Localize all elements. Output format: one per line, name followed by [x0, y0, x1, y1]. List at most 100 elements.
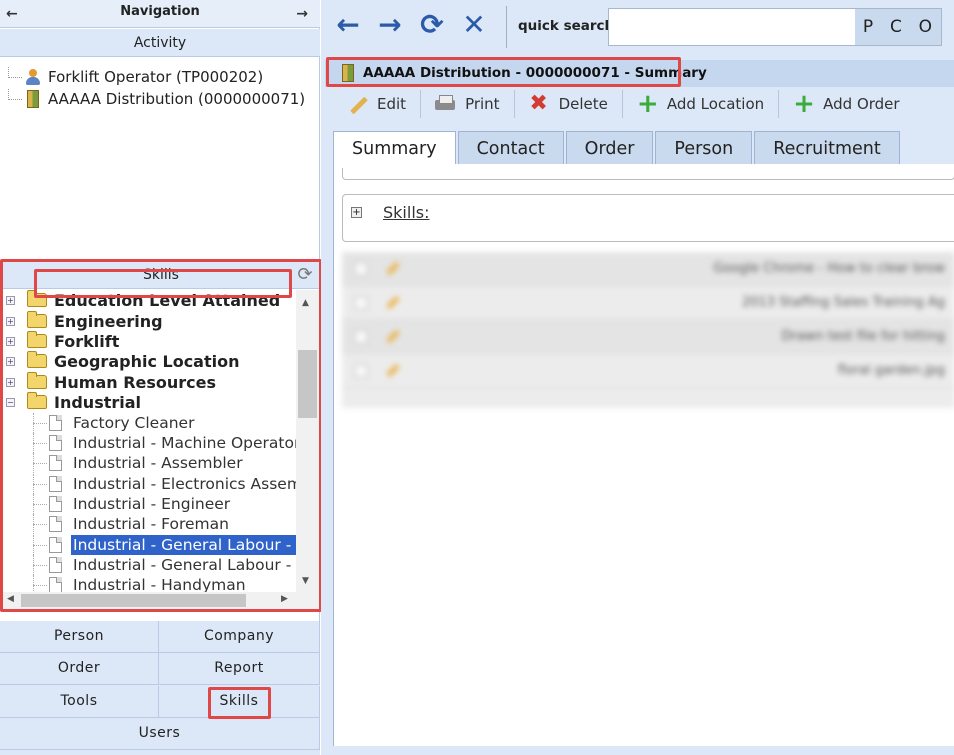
scroll-up-icon[interactable]: ▲ [302, 298, 309, 308]
forward-arrow-icon[interactable]: → [375, 10, 405, 40]
tree-folder[interactable]: + Forklift [3, 331, 296, 351]
tree-folder[interactable]: + Engineering [3, 311, 296, 331]
folder-label: Forklift [54, 331, 120, 351]
nav-order-button[interactable]: Order [0, 653, 159, 685]
row-checkbox[interactable] [354, 261, 368, 276]
activity-item[interactable]: AAAAA Distribution (0000000071) [8, 88, 305, 110]
scroll-left-icon[interactable]: ◀ [7, 594, 14, 604]
attachments-grid: Google Chrome - How to clear brow 2013 S… [342, 252, 954, 408]
person-icon [24, 68, 42, 86]
table-row[interactable]: Google Chrome - How to clear brow [342, 252, 954, 286]
document-icon [49, 476, 62, 492]
skills-section-label[interactable]: Skills: [383, 203, 429, 222]
expand-right-icon[interactable]: → [296, 0, 308, 28]
close-icon[interactable]: ✕ [459, 10, 489, 40]
print-icon [435, 94, 456, 114]
nav-company-button[interactable]: Company [159, 621, 320, 653]
row-checkbox[interactable] [354, 329, 368, 344]
tree-connector [8, 88, 22, 100]
skills-section: + Skills: [342, 194, 954, 242]
refresh-icon[interactable]: ⟳ [417, 10, 447, 40]
attachment-name: 2013 Staffing Sales Training Ag [741, 295, 945, 310]
tree-leaf[interactable]: Industrial - Handyman [3, 575, 296, 592]
row-checkbox[interactable] [354, 295, 368, 310]
leaf-label: Industrial - Engineer [73, 495, 231, 513]
nav-report-button[interactable]: Report [159, 653, 320, 685]
scroll-thumb[interactable] [298, 350, 317, 418]
tree-leaf[interactable]: Industrial - Assembler [3, 453, 296, 473]
attachment-name: Drawn test file for hitting [781, 329, 945, 344]
tab-contact[interactable]: Contact [457, 131, 564, 164]
delete-button[interactable]: ✖ Delete [515, 90, 623, 118]
tab-summary[interactable]: Summary [333, 131, 456, 164]
record-title-bar: AAAAA Distribution - 0000000071 - Summar… [325, 60, 954, 87]
table-row[interactable]: floral garden.jpg [342, 354, 954, 388]
nav-users-button[interactable]: Users [0, 718, 320, 750]
tree-folder[interactable]: + Education Level Attained [3, 290, 296, 310]
scroll-right-icon[interactable]: ▶ [281, 594, 288, 604]
collapse-left-icon[interactable]: ← [6, 0, 18, 28]
folder-icon [27, 331, 47, 348]
document-icon [49, 415, 62, 431]
table-row[interactable]: 2013 Staffing Sales Training Ag [342, 286, 954, 320]
tab-recruitment[interactable]: Recruitment [754, 131, 900, 164]
nav-person-button[interactable]: Person [0, 621, 159, 653]
search-order-button[interactable]: O [919, 17, 933, 37]
delete-label: Delete [558, 95, 608, 113]
tree-folder[interactable]: + Human Resources [3, 372, 296, 392]
expand-icon[interactable]: + [6, 316, 15, 326]
leaf-label: Industrial - Assembler [73, 454, 243, 472]
table-row[interactable]: Drawn test file for hitting [342, 320, 954, 354]
print-label: Print [465, 95, 500, 113]
expand-icon[interactable]: + [351, 207, 362, 218]
tree-leaf-selected[interactable]: Industrial - General Labour - Heavy [3, 535, 296, 555]
expand-icon[interactable]: + [6, 356, 15, 366]
edit-icon[interactable] [386, 295, 400, 310]
folder-icon [27, 351, 47, 368]
edit-icon[interactable] [386, 261, 400, 276]
search-person-button[interactable]: P [863, 17, 874, 37]
folder-label: Education Level Attained [54, 290, 281, 310]
tree-leaf[interactable]: Industrial - Foreman [3, 514, 296, 534]
tree-leaf[interactable]: Industrial - Machine Operator [3, 433, 296, 453]
edit-button[interactable]: Edit [333, 90, 422, 118]
vertical-scrollbar[interactable]: ▲ ▼ [296, 290, 319, 592]
edit-icon[interactable] [386, 363, 400, 378]
tree-leaf[interactable]: Industrial - Engineer [3, 494, 296, 514]
activity-item-label: Forklift Operator (TP000202) [48, 68, 264, 86]
document-icon [49, 435, 62, 451]
tree-leaf[interactable]: Industrial - Electronics Assembler [3, 474, 296, 494]
search-company-button[interactable]: C [890, 17, 903, 37]
expand-icon[interactable]: + [6, 336, 15, 346]
folder-icon [27, 311, 47, 328]
activity-header[interactable]: Activity [0, 29, 320, 57]
tree-leaf[interactable]: Industrial - General Labour - Light [3, 555, 296, 575]
leaf-label: Industrial - Machine Operator [73, 434, 296, 452]
tree-leaf[interactable]: Factory Cleaner [3, 413, 296, 433]
horizontal-scrollbar[interactable]: ◀ ▶ [3, 592, 319, 609]
leaf-label: Industrial - Foreman [73, 515, 229, 533]
back-arrow-icon[interactable]: ← [333, 10, 363, 40]
activity-item-label: AAAAA Distribution (0000000071) [48, 90, 306, 108]
tree-folder[interactable]: − Industrial [3, 392, 296, 412]
scroll-thumb[interactable] [21, 594, 246, 607]
expand-icon[interactable]: + [6, 377, 15, 387]
tab-person[interactable]: Person [655, 131, 753, 164]
leaf-label: Industrial - General Labour - Light [73, 556, 296, 574]
nav-tools-button[interactable]: Tools [0, 686, 159, 718]
row-checkbox[interactable] [354, 363, 368, 378]
nav-skills-button[interactable]: Skills [159, 686, 320, 718]
edit-icon[interactable] [386, 329, 400, 344]
scroll-down-icon[interactable]: ▼ [302, 576, 309, 586]
print-button[interactable]: Print [421, 90, 515, 118]
folder-label: Geographic Location [54, 351, 240, 371]
collapse-icon[interactable]: − [6, 397, 15, 407]
tab-order[interactable]: Order [565, 131, 654, 164]
add-order-button[interactable]: + Add Order [779, 90, 913, 118]
activity-item[interactable]: Forklift Operator (TP000202) [8, 66, 263, 88]
expand-icon[interactable]: + [6, 295, 15, 305]
tree-folder[interactable]: + Geographic Location [3, 351, 296, 371]
skills-tree: + Education Level Attained + Engineering… [3, 290, 296, 592]
add-location-button[interactable]: + Add Location [623, 90, 780, 118]
refresh-icon[interactable]: ⟳ [295, 265, 315, 285]
